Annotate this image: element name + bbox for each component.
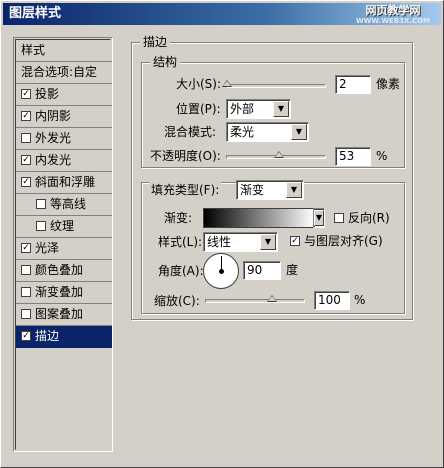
scale-input[interactable]: 100 [314,291,350,310]
style-item-contour[interactable]: 等高线 [16,194,112,216]
fill-type-label: 填充类型(F): [149,181,222,199]
reverse-label: 反向(R) [348,211,390,225]
opacity-unit: % [376,149,388,163]
style-item-drop-shadow[interactable]: 投影 [16,84,112,106]
style-select-value: 线性 [207,235,232,249]
style-item-label: 内发光 [35,153,72,167]
angle-unit: 度 [286,263,299,277]
styles-list-inner: 样式 混合选项:自定 投影 内阴影 外发光 内发光 斜面和浮雕 等高线 纹理 光… [15,39,112,450]
style-item-label: 颜色叠加 [35,263,84,277]
style-label: 样式(L): [158,235,203,249]
style-item-label: 纹理 [50,219,75,233]
style-item-inner-glow[interactable]: 内发光 [16,150,112,172]
reverse-checkbox-row[interactable]: 反向(R) [334,210,390,226]
style-item-pattern-overlay[interactable]: 图案叠加 [16,304,112,326]
style-item-label: 斜面和浮雕 [35,175,96,189]
checkbox-outer-glow[interactable] [21,133,31,143]
angle-dial[interactable] [203,253,239,289]
position-select[interactable]: 外部 ▼ [226,99,291,119]
size-slider-thumb[interactable] [221,80,232,87]
blend-mode-select-value: 柔光 [230,125,255,139]
style-select[interactable]: 线性 ▼ [203,232,278,252]
fill-type-select-value: 渐变 [240,183,265,197]
style-item-outer-glow[interactable]: 外发光 [16,128,112,150]
watermark: 网页教学网 WWW.WEB3X.COM [351,4,435,26]
angle-center-dot [219,269,224,274]
gradient-picker-dropdown[interactable]: ▼ [313,208,325,228]
blend-options-item[interactable]: 混合选项:自定 [16,62,112,84]
checkbox-contour[interactable] [36,199,46,209]
checkbox-gradient-overlay[interactable] [21,287,31,297]
blend-mode-label: 混合模式: [164,125,217,139]
opacity-slider-thumb[interactable] [274,151,284,158]
style-item-color-overlay[interactable]: 颜色叠加 [16,260,112,282]
size-slider-track[interactable] [226,84,326,88]
structure-group-title: 结构 [150,55,181,69]
watermark-line2: WWW.WEB3X.COM [355,17,431,25]
angle-input[interactable]: 90 [243,261,281,280]
blend-mode-select[interactable]: 柔光 ▼ [226,122,309,142]
checkbox-drop-shadow[interactable] [21,89,31,99]
gradient-preview[interactable] [203,208,315,228]
style-item-stroke[interactable]: 描边 [16,326,112,348]
size-unit: 像素 [376,77,401,91]
opacity-input[interactable]: 53 [335,147,371,166]
align-with-layer-checkbox[interactable] [290,236,300,246]
fill-type-select[interactable]: 渐变 ▼ [236,180,304,200]
checkbox-stroke[interactable] [21,331,31,341]
style-item-label: 图案叠加 [35,307,84,321]
checkbox-texture[interactable] [36,221,46,231]
gradient-label: 渐变: [164,211,193,225]
style-item-label: 外发光 [35,131,72,145]
window-title: 图层样式 [9,6,62,21]
chevron-down-icon[interactable]: ▼ [260,234,276,250]
scale-slider-track[interactable] [205,299,305,303]
checkbox-satin[interactable] [21,243,31,253]
chevron-down-icon[interactable]: ▼ [286,182,302,198]
position-select-value: 外部 [230,102,255,116]
scale-unit: % [354,293,366,307]
align-with-layer-row[interactable]: 与图层对齐(G) [290,233,383,249]
style-item-label: 渐变叠加 [35,285,84,299]
style-item-gradient-overlay[interactable]: 渐变叠加 [16,282,112,304]
size-input[interactable]: 2 [335,75,371,94]
style-item-label: 投影 [35,87,60,101]
scale-label: 缩放(C): [154,294,200,308]
checkbox-bevel-emboss[interactable] [21,177,31,187]
watermark-line1: 网页教学网 [365,4,421,17]
style-item-label: 光泽 [35,241,60,255]
style-item-texture[interactable]: 纹理 [16,216,112,238]
align-with-layer-label: 与图层对齐(G) [304,234,383,248]
style-item-bevel-emboss[interactable]: 斜面和浮雕 [16,172,112,194]
style-item-satin[interactable]: 光泽 [16,238,112,260]
styles-header[interactable]: 样式 [16,40,112,62]
checkbox-pattern-overlay[interactable] [21,309,31,319]
stroke-group-title: 描边 [140,35,171,49]
size-label: 大小(S): [176,77,222,91]
scale-slider-thumb[interactable] [266,295,277,302]
checkbox-color-overlay[interactable] [21,265,31,275]
style-item-label: 内阴影 [35,109,72,123]
reverse-checkbox[interactable] [334,213,344,223]
position-label: 位置(P): [176,102,221,116]
chevron-down-icon[interactable]: ▼ [291,124,307,140]
style-item-label: 等高线 [50,197,87,211]
style-item-label: 描边 [35,329,60,343]
layer-style-dialog: 图层样式 网页教学网 WWW.WEB3X.COM 样式 混合选项:自定 投影 内… [0,0,444,468]
title-bar[interactable]: 图层样式 网页教学网 WWW.WEB3X.COM [3,3,441,25]
checkbox-inner-shadow[interactable] [21,111,31,121]
chevron-down-icon[interactable]: ▼ [314,210,324,226]
style-item-inner-shadow[interactable]: 内阴影 [16,106,112,128]
styles-list: 样式 混合选项:自定 投影 内阴影 外发光 内发光 斜面和浮雕 等高线 纹理 光… [13,37,113,452]
angle-label: 角度(A): [158,264,204,278]
opacity-label: 不透明度(O): [150,149,221,163]
chevron-down-icon[interactable]: ▼ [273,101,289,117]
checkbox-inner-glow[interactable] [21,155,31,165]
